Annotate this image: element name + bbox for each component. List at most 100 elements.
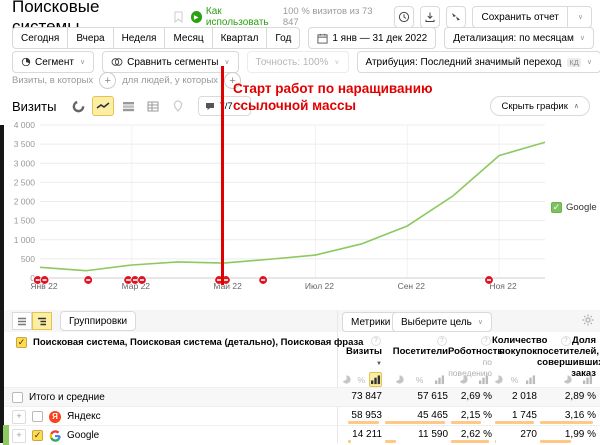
report-header: Поисковые системы ▶ Как использовать 100… xyxy=(12,6,592,28)
table-view-icon[interactable] xyxy=(142,96,164,116)
svg-text:1 500: 1 500 xyxy=(14,216,36,226)
metrics-button[interactable]: Метрики xyxy=(342,312,399,332)
period-button[interactable]: Неделя xyxy=(113,27,166,49)
bookmark-icon[interactable] xyxy=(174,11,183,23)
compare-segments-dropdown[interactable]: Сравнить сегменты∨ xyxy=(102,51,238,73)
flat-view-icon[interactable] xyxy=(12,312,32,330)
row-dimension-cell: + ✓ Google xyxy=(12,426,99,445)
chart-metric-label: Визиты xyxy=(12,99,56,114)
choose-goal-dropdown[interactable]: Выберите цель∨ xyxy=(392,312,492,332)
percent-toggle-icon[interactable]: % xyxy=(356,372,366,387)
bars-toggle-icon[interactable] xyxy=(431,372,448,387)
metric-value-cell: 11 590 xyxy=(382,426,448,445)
date-range-button[interactable]: 1 янв — 31 дек 2022 xyxy=(308,27,436,49)
how-to-use-link[interactable]: ▶ Как использовать xyxy=(191,6,283,28)
svg-text:Июл 22: Июл 22 xyxy=(305,281,334,291)
row-name: Google xyxy=(67,430,99,441)
bars-toggle-icon[interactable] xyxy=(524,372,537,387)
accuracy-dropdown[interactable]: Точность: 100%∨ xyxy=(247,51,349,73)
metric-help-icon[interactable]: ? xyxy=(561,336,571,346)
attribution-badge: КД xyxy=(567,58,580,67)
segment-dropdown[interactable]: Сегмент∨ xyxy=(12,51,94,73)
expand-row-button[interactable]: + xyxy=(12,429,26,443)
save-report-button[interactable]: Сохранить отчет xyxy=(472,6,567,28)
svg-text:3 500: 3 500 xyxy=(14,139,36,149)
donut-chart-icon[interactable] xyxy=(67,96,89,116)
bars-toggle-icon[interactable] xyxy=(579,372,596,387)
dimension-header-label: Поисковая система, Поисковая система (де… xyxy=(33,337,363,348)
pie-toggle-icon[interactable] xyxy=(492,372,505,387)
metric-value: 2,69 % xyxy=(461,391,492,402)
metric-help-icon[interactable]: ? xyxy=(437,336,447,346)
row-name: Яндекс xyxy=(67,411,101,422)
table-row[interactable]: +✓Google14 21111 5902,62 %2701,99 % xyxy=(4,425,600,445)
annotation-pin-icon[interactable] xyxy=(485,276,494,285)
table-toolbar: Группировки xyxy=(4,310,600,332)
period-button[interactable]: Квартал xyxy=(212,27,268,49)
percent-toggle-icon[interactable]: % xyxy=(508,372,521,387)
select-all-checkbox[interactable]: ✓ xyxy=(16,337,27,348)
pie-toggle-icon[interactable] xyxy=(340,372,353,387)
row-checkbox[interactable] xyxy=(32,411,43,422)
percent-toggle-icon[interactable]: % xyxy=(411,372,428,387)
metric-help-icon[interactable]: ? xyxy=(481,336,491,346)
bars-toggle-icon[interactable] xyxy=(475,372,492,387)
groupings-button[interactable]: Группировки xyxy=(60,311,136,331)
row-dimension-cell: Итого и средние xyxy=(12,388,105,407)
map-icon[interactable] xyxy=(167,96,189,116)
metric-value: 2 018 xyxy=(512,391,537,402)
row-checkbox[interactable] xyxy=(12,392,23,403)
period-button[interactable]: Месяц xyxy=(164,27,212,49)
metric-value: 57 615 xyxy=(417,391,448,402)
row-checkbox[interactable]: ✓ xyxy=(32,430,43,441)
attribution-dropdown[interactable]: Атрибуция: Последний значимый переход КД… xyxy=(357,51,600,73)
metric-toggle-group: % xyxy=(492,372,537,387)
value-bar xyxy=(385,421,445,424)
metric-display-toggles: %%% xyxy=(345,372,596,387)
metric-value: 45 465 xyxy=(417,410,448,421)
line-chart-icon[interactable] xyxy=(92,96,114,116)
metric-value: 2,62 % xyxy=(461,429,492,440)
pie-toggle-icon[interactable] xyxy=(391,372,408,387)
people-filter-label: для людей, у которых xyxy=(122,75,218,86)
stacked-chart-icon[interactable] xyxy=(117,96,139,116)
metric-value-cell: 2,69 % xyxy=(448,388,492,407)
metric-help-icon[interactable]: ? xyxy=(371,336,381,346)
row-metric-values: 73 84757 6152,69 %2 0182,89 % xyxy=(345,388,596,407)
visits-filter-label: Визиты, в которых xyxy=(12,75,93,86)
legend-checkbox[interactable]: ✓ xyxy=(551,202,562,213)
row-name: Итого и средние xyxy=(29,392,105,403)
metric-value: 1,99 % xyxy=(565,429,596,440)
table-settings-gear-icon[interactable] xyxy=(582,314,594,326)
metric-value-cell: 2,89 % xyxy=(537,388,596,407)
svg-text:Сен 22: Сен 22 xyxy=(398,281,426,291)
metric-value-cell: 2 018 xyxy=(492,388,537,407)
hide-chart-button[interactable]: Скрыть график∧ xyxy=(490,96,590,116)
annotation-pin-icon[interactable] xyxy=(138,276,147,285)
download-icon[interactable] xyxy=(420,6,440,28)
visits-line-chart[interactable]: 05001 0001 5002 0002 5003 0003 5004 000Я… xyxy=(0,118,600,295)
tree-view-icon[interactable] xyxy=(32,312,52,330)
period-button[interactable]: Сегодня xyxy=(12,27,68,49)
row-dimension-cell: +ЯЯндекс xyxy=(12,407,101,426)
legend-label: Google xyxy=(566,202,597,213)
add-visits-filter-button[interactable]: + xyxy=(99,72,116,89)
save-report-dropdown[interactable]: ∨ xyxy=(567,6,592,28)
detalization-dropdown[interactable]: Детализация: по месяцам∨ xyxy=(444,27,594,49)
annotation-pin-icon[interactable] xyxy=(84,276,93,285)
row-metric-values: 14 21111 5902,62 %2701,99 % xyxy=(345,426,596,445)
table-row[interactable]: Итого и средние73 84757 6152,69 %2 0182,… xyxy=(4,387,600,407)
period-button[interactable]: Год xyxy=(266,27,300,49)
period-button[interactable]: Вчера xyxy=(67,27,113,49)
share-icon[interactable] xyxy=(446,6,466,28)
expand-row-button[interactable]: + xyxy=(12,410,26,424)
annotation-pin-icon[interactable] xyxy=(259,276,268,285)
pie-toggle-icon[interactable] xyxy=(559,372,576,387)
bars-toggle-icon[interactable] xyxy=(369,372,382,387)
annotation-pin-icon[interactable] xyxy=(40,276,49,285)
pie-toggle-icon[interactable] xyxy=(455,372,472,387)
table-row[interactable]: +ЯЯндекс 58 95345 4652,15 %1 7453,16 % xyxy=(4,406,600,426)
row-metric-values: 58 95345 4652,15 %1 7453,16 % xyxy=(345,407,596,426)
calendar-icon xyxy=(317,33,328,44)
history-icon[interactable] xyxy=(394,6,414,28)
